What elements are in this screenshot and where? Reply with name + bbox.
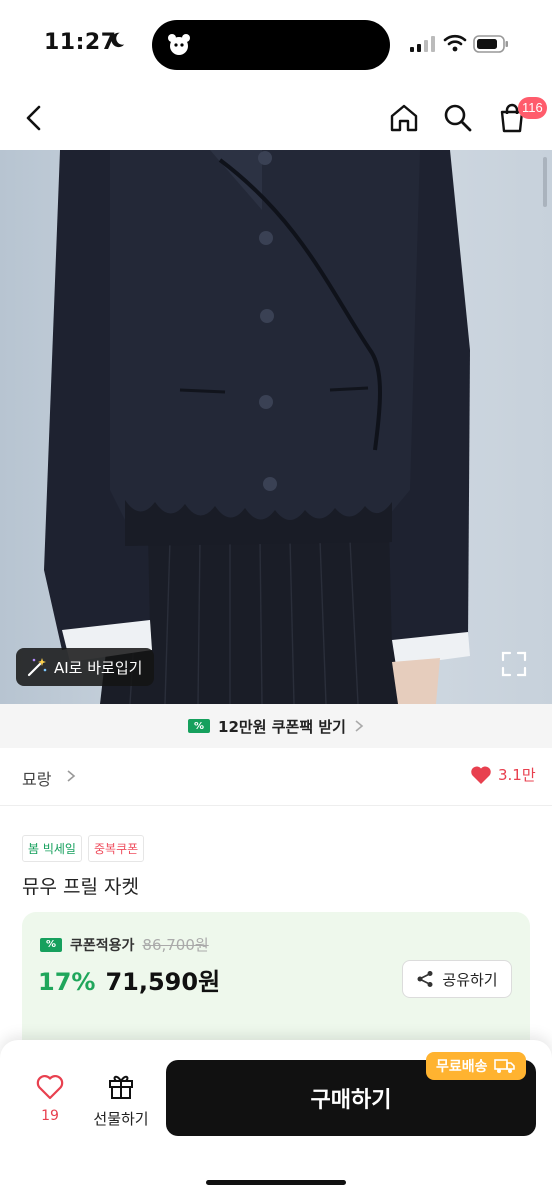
chevron-right-icon: [67, 770, 76, 782]
tag-sale: 봄 빅세일: [22, 835, 82, 862]
coupon-ticket-icon: %: [40, 937, 62, 952]
home-button[interactable]: [384, 98, 424, 138]
heart-filled-icon: [471, 765, 491, 784]
gift-button[interactable]: 선물하기: [88, 1072, 154, 1132]
share-button[interactable]: 공유하기: [402, 960, 512, 998]
product-title: 뮤우 프릴 자켓: [22, 876, 139, 898]
wishlist-count: 19: [41, 1108, 59, 1124]
expand-icon[interactable]: [500, 650, 528, 678]
brand-row: 묘랑 3.1만: [0, 748, 552, 806]
chevron-right-icon: [355, 720, 364, 732]
coupon-ticket-icon: %: [188, 719, 211, 733]
product-tags: 봄 빅세일 중복쿠폰: [22, 835, 145, 862]
back-button[interactable]: [14, 98, 54, 138]
product-image[interactable]: [0, 150, 552, 704]
ai-try-on-label: AI로 바로입기: [54, 658, 143, 677]
battery-icon: [473, 35, 508, 53]
discount-rate: 17%: [38, 968, 96, 996]
top-nav-bar: [0, 88, 552, 150]
coupon-price-label: 쿠폰적용가: [70, 937, 135, 954]
moon-icon: [111, 32, 125, 48]
home-indicator: [206, 1180, 346, 1185]
jacket-photo: [0, 150, 552, 704]
status-time: 11:27: [44, 30, 117, 55]
gift-label: 선물하기: [93, 1110, 149, 1128]
share-icon: [417, 971, 433, 987]
coupon-pack-text: 12만원 쿠폰팩 받기: [218, 717, 346, 736]
chevron-left-icon: [26, 105, 41, 131]
wishlist-button[interactable]: 19: [30, 1074, 70, 1134]
coupon-pack-banner[interactable]: % 12만원 쿠폰팩 받기: [0, 704, 552, 748]
status-bar: 11:27: [0, 0, 552, 88]
search-icon: [444, 104, 472, 132]
original-price: 86,700원: [142, 936, 209, 954]
dynamic-island: [152, 20, 390, 70]
brand-like-button[interactable]: 3.1만: [470, 764, 536, 785]
free-shipping-label: 무료배송: [436, 1059, 488, 1075]
wifi-icon: [443, 34, 467, 52]
app-activity-icon: [168, 34, 190, 55]
coupon-price-line: % 쿠폰적용가 86,700원: [40, 934, 209, 955]
tag-coupon: 중복쿠폰: [87, 835, 145, 862]
gift-icon: [109, 1075, 133, 1099]
delivery-truck-icon: [493, 1059, 515, 1073]
ai-try-on-button[interactable]: AI로 바로입기: [16, 648, 154, 686]
free-shipping-badge: 무료배송: [426, 1052, 526, 1080]
search-button[interactable]: [438, 98, 478, 138]
share-label: 공유하기: [442, 970, 498, 989]
brand-link[interactable]: 묘랑: [22, 766, 51, 790]
cart-count-badge: 116: [518, 97, 547, 119]
final-price-line: 17% 71,590원: [38, 962, 220, 997]
brand-like-count: 3.1만: [498, 766, 536, 784]
final-price: 71,590원: [105, 968, 221, 996]
home-icon: [390, 104, 418, 132]
image-scroll-indicator: [543, 157, 547, 207]
heart-outline-icon: [36, 1075, 64, 1100]
magic-wand-icon: [27, 658, 47, 677]
cellular-signal-icon: [410, 36, 435, 52]
